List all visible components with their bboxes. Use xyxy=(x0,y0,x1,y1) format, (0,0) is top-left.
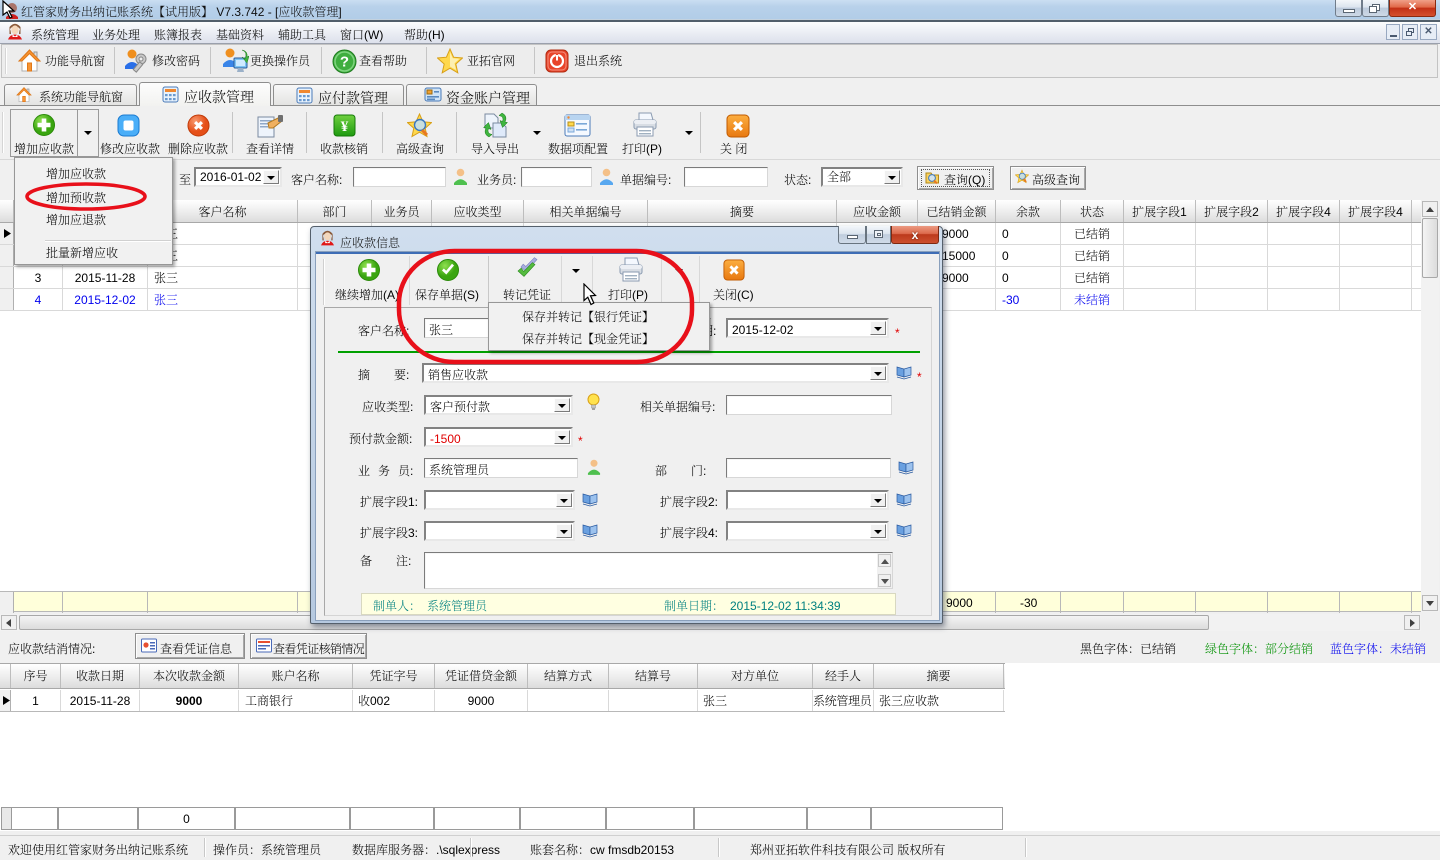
svg-text:?: ? xyxy=(340,54,349,71)
svg-text:¥: ¥ xyxy=(341,119,349,135)
